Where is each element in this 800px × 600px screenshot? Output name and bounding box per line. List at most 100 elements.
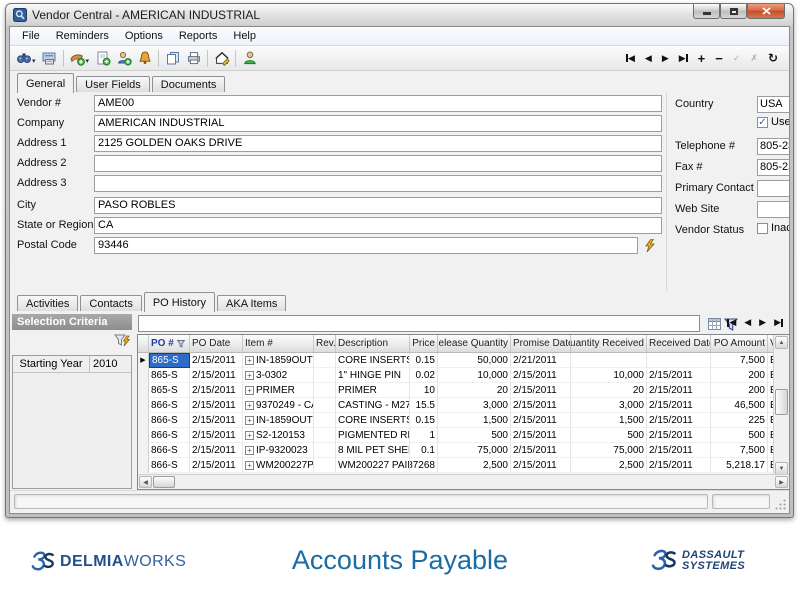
grid-cell[interactable]: 2/15/2011 <box>190 413 243 428</box>
minimize-button[interactable] <box>693 4 720 19</box>
column-header-promise-date[interactable]: Promise Date <box>511 335 571 352</box>
grid-cell[interactable]: WM200227P <box>243 458 314 473</box>
table-row[interactable]: 866-S2/15/2011WM200227PWM200227 PAIN8726… <box>138 458 789 473</box>
scroll-left-icon[interactable]: ◀ <box>139 476 152 488</box>
grid-cell[interactable]: 2/15/2011 <box>647 368 711 383</box>
grid-first-icon[interactable]: ◀ <box>727 317 736 328</box>
table-row[interactable]: 865-S2/15/20113-03021" HINGE PIN0.0210,0… <box>138 368 789 383</box>
grid-next-icon[interactable]: ▶ <box>759 317 766 328</box>
grid-cell[interactable] <box>314 428 336 443</box>
grid-cell[interactable]: 865-S <box>149 353 190 368</box>
column-header-release-quantity[interactable]: Release Quantity <box>438 335 511 352</box>
grid-cell[interactable]: 1,500 <box>438 413 511 428</box>
grid-cell[interactable] <box>314 353 336 368</box>
grid-cell[interactable]: 2/15/2011 <box>511 458 571 473</box>
company-field[interactable]: AMERICAN INDUSTRIAL <box>94 115 662 132</box>
grid-cell[interactable]: 200 <box>711 383 768 398</box>
grid-cell[interactable]: 865-S <box>149 368 190 383</box>
grid-cell[interactable]: 3-0302 <box>243 368 314 383</box>
expand-icon[interactable] <box>245 386 254 395</box>
menu-file[interactable]: File <box>14 29 48 43</box>
grid-cell[interactable]: 1,500 <box>571 413 647 428</box>
grid-cell[interactable]: 2/15/2011 <box>511 443 571 458</box>
grid-cell[interactable] <box>314 368 336 383</box>
grid-cell[interactable]: 1 <box>410 428 438 443</box>
column-header-po-date[interactable]: PO Date <box>190 335 243 352</box>
grid-cell[interactable] <box>647 353 711 368</box>
grid-cell[interactable]: 2/15/2011 <box>647 443 711 458</box>
tab-user-fields[interactable]: User Fields <box>76 76 150 92</box>
menu-options[interactable]: Options <box>117 29 171 43</box>
grid-cell[interactable]: 0.15 <box>410 413 438 428</box>
grid-view-icon[interactable] <box>706 316 722 332</box>
column-header-item-[interactable]: Item # <box>243 335 314 352</box>
city-field[interactable]: PASO ROBLES <box>94 197 662 214</box>
grid-cell[interactable]: PRIMER <box>336 383 410 398</box>
postal-code-field[interactable]: 93446 <box>94 237 638 254</box>
grid-cell[interactable]: 2/15/2011 <box>190 398 243 413</box>
grid-cell[interactable]: 8 MIL PET SHEE <box>336 443 410 458</box>
resize-grip[interactable] <box>774 498 787 511</box>
grid-cell[interactable]: 2/15/2011 <box>190 458 243 473</box>
new-record-icon[interactable] <box>92 48 113 68</box>
next-record-icon[interactable]: ▶ <box>662 53 669 64</box>
grid-cell[interactable]: 7,500 <box>711 443 768 458</box>
grid-cell[interactable]: 2/15/2011 <box>511 368 571 383</box>
grid-cell[interactable]: 1" HINGE PIN <box>336 368 410 383</box>
grid-cell[interactable]: 0.1 <box>410 443 438 458</box>
home-edit-icon[interactable] <box>211 48 232 68</box>
zip-lookup-lightning-icon[interactable] <box>644 239 656 253</box>
expand-icon[interactable] <box>245 461 254 470</box>
grid-cell[interactable]: 87268 <box>410 458 438 473</box>
horizontal-scroll-thumb[interactable] <box>153 476 175 488</box>
grid-cell[interactable]: 500 <box>438 428 511 443</box>
tab-documents[interactable]: Documents <box>152 76 226 92</box>
grid-cell[interactable] <box>571 353 647 368</box>
send-dropdown-icon[interactable]: ▾ <box>86 57 90 65</box>
tab-contacts[interactable]: Contacts <box>80 295 141 311</box>
grid-cell[interactable]: 2,500 <box>438 458 511 473</box>
grid-cell[interactable]: CORE INSERTS <box>336 353 410 368</box>
grid-cell[interactable]: CORE INSERTS <box>336 413 410 428</box>
grid-cell[interactable]: WM200227 PAIN <box>336 458 410 473</box>
grid-cell[interactable]: 0.15 <box>410 353 438 368</box>
find-icon[interactable] <box>13 48 34 68</box>
find-dropdown-icon[interactable]: ▾ <box>32 57 36 65</box>
grid-cell[interactable]: 7,500 <box>711 353 768 368</box>
grid-cell[interactable]: 865-S <box>149 383 190 398</box>
vertical-scroll-thumb[interactable] <box>775 389 788 415</box>
grid-cell[interactable]: 15.5 <box>410 398 438 413</box>
grid-cell[interactable]: 2/15/2011 <box>511 428 571 443</box>
copy-icon[interactable] <box>162 48 183 68</box>
grid-cell[interactable]: 2/15/2011 <box>511 413 571 428</box>
grid-cell[interactable]: 200 <box>711 368 768 383</box>
run-filter-lightning-icon[interactable] <box>114 334 131 354</box>
expand-icon[interactable] <box>245 371 254 380</box>
grid-cell[interactable]: 866-S <box>149 398 190 413</box>
menu-reminders[interactable]: Reminders <box>48 29 117 43</box>
grid-cell[interactable]: 10,000 <box>571 368 647 383</box>
maximize-button[interactable] <box>720 4 747 19</box>
column-header-description[interactable]: Description <box>336 335 410 352</box>
grid-cell[interactable]: 2/15/2011 <box>190 368 243 383</box>
expand-icon[interactable] <box>245 446 254 455</box>
send-mail-icon[interactable] <box>67 48 88 68</box>
column-header-po-[interactable]: PO # <box>149 335 190 352</box>
add-record-icon[interactable]: + <box>698 51 706 66</box>
grid-cell[interactable]: PIGMENTED RE <box>336 428 410 443</box>
card-view-icon[interactable] <box>39 48 60 68</box>
web-site-field[interactable] <box>757 201 790 218</box>
print-icon[interactable] <box>183 48 204 68</box>
starting-year-value[interactable]: 2010 <box>90 356 131 372</box>
horizontal-scrollbar[interactable]: ◀ ▶ <box>138 474 789 489</box>
tab-activities[interactable]: Activities <box>17 295 78 311</box>
grid-cell[interactable] <box>314 398 336 413</box>
grid-cell[interactable]: 2/15/2011 <box>647 398 711 413</box>
grid-cell[interactable] <box>314 458 336 473</box>
add-contact-icon[interactable] <box>113 48 134 68</box>
grid-cell[interactable]: 3,000 <box>571 398 647 413</box>
column-header-quantity-received[interactable]: Quantity Received <box>571 335 647 352</box>
grid-cell[interactable]: 5,218.17 <box>711 458 768 473</box>
grid-cell[interactable]: S2-120153 <box>243 428 314 443</box>
grid-cell[interactable]: 20 <box>571 383 647 398</box>
